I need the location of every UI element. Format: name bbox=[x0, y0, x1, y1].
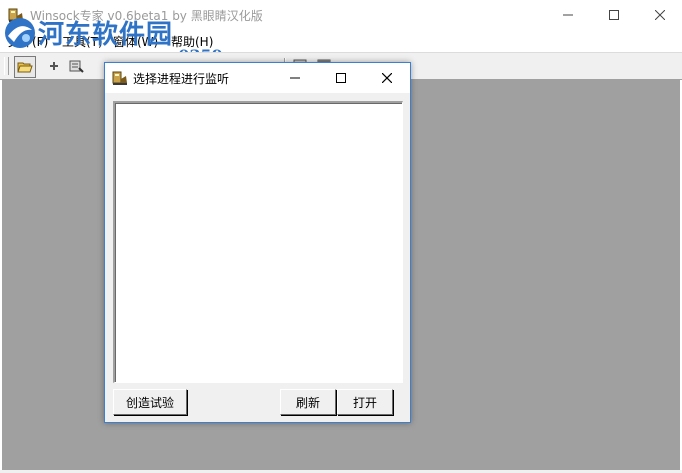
close-icon bbox=[382, 73, 392, 83]
create-test-button[interactable]: 创造试验 bbox=[113, 389, 187, 415]
open-process-button[interactable]: 打开 bbox=[337, 389, 393, 415]
process-list[interactable] bbox=[113, 101, 403, 383]
dialog-minimize-button[interactable] bbox=[272, 63, 318, 93]
dialog-title-bar[interactable]: 选择进程进行监听 bbox=[105, 63, 410, 93]
maximize-icon bbox=[609, 10, 619, 20]
close-button[interactable] bbox=[637, 0, 682, 30]
maximize-icon bbox=[336, 73, 346, 83]
add-icon bbox=[50, 62, 58, 70]
capture-button[interactable] bbox=[66, 56, 86, 76]
refresh-button[interactable]: 刷新 bbox=[280, 389, 336, 415]
select-process-dialog: 选择进程进行监听 创造试验 刷新 打开 bbox=[104, 62, 411, 423]
minimize-icon bbox=[290, 77, 300, 79]
dialog-close-button[interactable] bbox=[364, 63, 410, 93]
dialog-title: 选择进程进行监听 bbox=[133, 72, 230, 86]
minimize-icon bbox=[563, 14, 573, 16]
toolbar-grip[interactable] bbox=[4, 57, 9, 75]
capture-icon bbox=[69, 60, 84, 73]
dialog-maximize-button[interactable] bbox=[318, 63, 364, 93]
open-folder-icon bbox=[17, 62, 33, 73]
dialog-app-icon bbox=[112, 70, 128, 86]
maximize-button[interactable] bbox=[591, 0, 637, 30]
add-button[interactable] bbox=[44, 56, 64, 76]
minimize-button[interactable] bbox=[545, 0, 591, 30]
main-window: Winsock专家 v0.6beta1 by 黑眼睛汉化版 文件(F) 工具(T… bbox=[0, 0, 682, 473]
watermark-logo-icon bbox=[2, 16, 38, 50]
close-icon bbox=[655, 10, 665, 20]
open-button[interactable] bbox=[14, 56, 36, 78]
